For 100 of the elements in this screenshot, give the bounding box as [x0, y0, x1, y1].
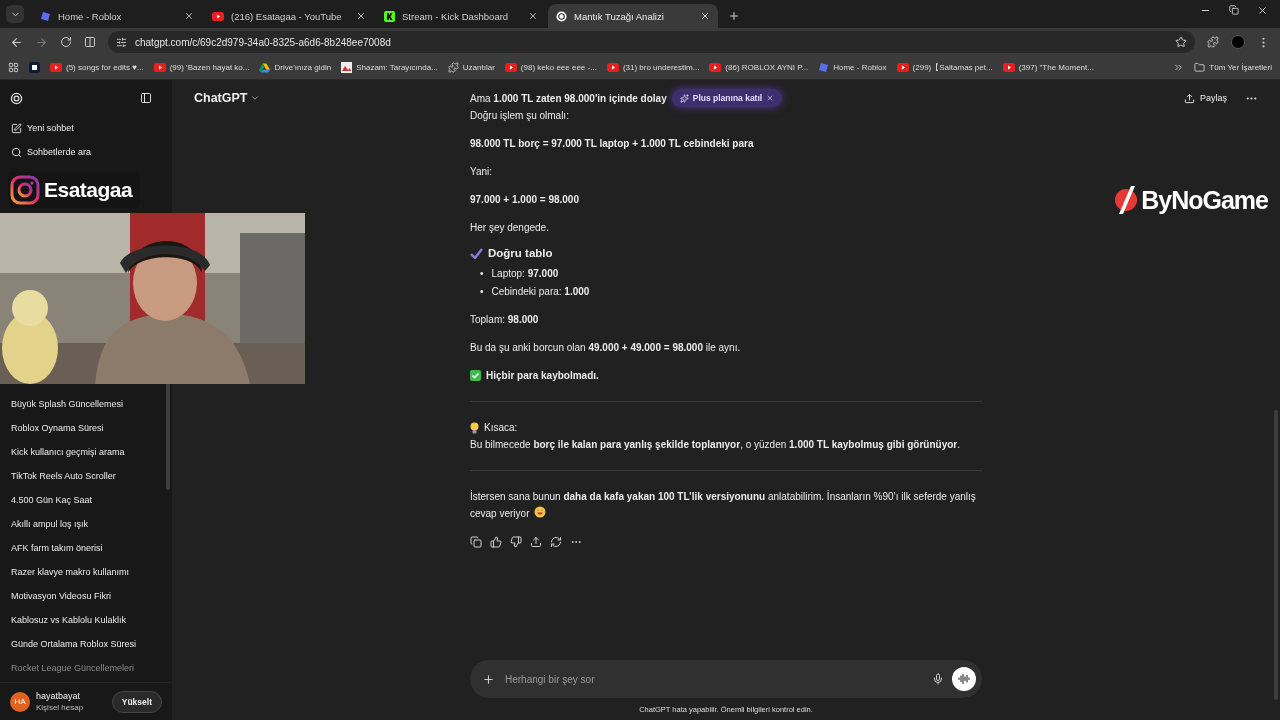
- bookmark[interactable]: (98) keko eee eee -...: [504, 63, 597, 72]
- browser-tab[interactable]: Stream - Kick Dashboard: [376, 4, 546, 28]
- play-icon: [212, 11, 224, 21]
- message-text: Hiçbir para kaybolmadı.: [486, 369, 599, 383]
- bookmark[interactable]: Shazam: Tarayıcında...: [341, 62, 438, 73]
- bookmark[interactable]: (31) bro underestim...: [606, 63, 700, 72]
- bookmark[interactable]: Uzantılar: [447, 62, 495, 73]
- browser-tab[interactable]: Mantık Tuzağı Analizi: [548, 4, 718, 28]
- pencil-square-icon: [11, 122, 22, 134]
- chat-history-item[interactable]: TikTok Reels Auto Scroller: [0, 464, 172, 488]
- camera-logo-icon: [10, 175, 40, 205]
- address-bar[interactable]: chatgpt.com/c/69c2d979-34a0-8325-a6d6-8b248ee7008d: [108, 31, 1195, 53]
- puzzle-icon: [447, 62, 459, 73]
- upload-icon: [1184, 92, 1195, 104]
- list-item: Laptop: 97.000: [491, 267, 559, 281]
- plus-plan-button[interactable]: Plus planına katıl: [671, 89, 783, 107]
- close-icon[interactable]: [356, 11, 366, 21]
- sidebar-action[interactable]: Yeni sohbet: [0, 116, 172, 140]
- regenerate-icon[interactable]: [550, 535, 562, 548]
- forward-icon[interactable]: [35, 35, 48, 49]
- sidebar-action[interactable]: Sohbetlerde ara: [0, 140, 172, 164]
- thumbs-up-icon[interactable]: [490, 535, 502, 548]
- add-icon[interactable]: [482, 672, 495, 686]
- message-text: Ama 1.000 TL zaten 98.000'in içinde dolay: [470, 91, 667, 106]
- thumbs-down-icon[interactable]: [510, 535, 522, 548]
- chat-history-item[interactable]: Razer klavye makro kullanımı: [0, 560, 172, 584]
- bookmark[interactable]: (86) ROBLOX AYNI P...: [709, 63, 809, 72]
- dark-square-icon: [29, 62, 40, 73]
- bookmark[interactable]: (5) songs for edits ♥...: [50, 63, 144, 72]
- reload-icon[interactable]: [60, 36, 72, 48]
- slash-logo-icon: [1113, 184, 1140, 216]
- image-icon: [341, 62, 353, 73]
- browser-tab[interactable]: (216) Esatagaa - YouTube: [204, 4, 374, 28]
- new-tab-icon[interactable]: [728, 10, 740, 22]
- bookmark-folder[interactable]: Tüm Yer İşaretleri: [1194, 62, 1272, 73]
- close-icon[interactable]: [184, 11, 194, 21]
- folder-icon: [1194, 62, 1206, 73]
- sound-wave-icon: [958, 673, 970, 685]
- tab-search-button[interactable]: [6, 5, 24, 23]
- bookmark[interactable]: (99) 'Bazen hayat ko...: [153, 63, 250, 72]
- upgrade-button[interactable]: Yükselt: [111, 690, 162, 713]
- message-text: Kısaca:: [484, 421, 518, 435]
- close-icon[interactable]: [1257, 4, 1268, 16]
- voice-mode-button[interactable]: [952, 667, 976, 691]
- more-bookmarks-icon[interactable]: [1173, 62, 1185, 73]
- user-avatar: HA: [10, 691, 30, 712]
- chat-history-item[interactable]: Büyük Splash Güncellemesi: [0, 392, 172, 416]
- chat-history-item[interactable]: Motivasyon Videosu Fikri: [0, 584, 172, 608]
- letter-k-icon: [384, 10, 395, 22]
- play-icon: [504, 63, 517, 72]
- bookmark[interactable]: Home - Roblox: [818, 62, 887, 73]
- browser-tab[interactable]: Home - Roblox: [32, 4, 202, 28]
- chat-history-item[interactable]: Kick kullanıcı geçmişi arama: [0, 440, 172, 464]
- share-icon[interactable]: [530, 535, 542, 548]
- bullet-marker: •: [480, 267, 484, 281]
- play-icon: [606, 63, 619, 72]
- message-text: Bu bilmecede borç ile kalan para yanlış şekilde toplanıyor, o yüzden 1.000 TL kaybolmuş gibi görünüyor.: [470, 438, 960, 452]
- chat-history-item[interactable]: Rocket League Güncellemeleri: [0, 656, 172, 680]
- chat-history-item[interactable]: AFK farm takım önerisi: [0, 536, 172, 560]
- site-info-icon: [116, 36, 127, 48]
- chat-history-item[interactable]: Kablosuz vs Kablolu Kulaklık: [0, 608, 172, 632]
- play-icon: [1002, 63, 1015, 72]
- chat-history-item[interactable]: Akıllı ampul loş ışık: [0, 512, 172, 536]
- chat-history-item[interactable]: 4.500 Gün Kaç Saat: [0, 488, 172, 512]
- message-text: 98.000 TL borç = 97.000 TL laptop + 1.000 TL cebindeki para: [470, 137, 754, 151]
- message-field[interactable]: Herhangi bir şey sor: [470, 660, 982, 698]
- copy-icon[interactable]: [470, 535, 482, 548]
- bookmark[interactable]: (299)【Saitamas pet...: [896, 62, 993, 73]
- share-button[interactable]: Paylaş: [1178, 91, 1233, 105]
- model-selector[interactable]: ChatGPT: [194, 91, 261, 105]
- close-icon: [766, 94, 775, 102]
- close-icon[interactable]: [528, 11, 538, 21]
- message-input[interactable]: Herhangi bir şey sor: [503, 672, 924, 686]
- chat-history-item[interactable]: Günde Ortalama Roblox Süresi: [0, 632, 172, 656]
- play-icon: [153, 63, 166, 72]
- microphone-icon[interactable]: [932, 673, 944, 685]
- split-view-icon[interactable]: [84, 36, 96, 48]
- knot-icon: [556, 10, 567, 22]
- restore-icon[interactable]: [1229, 4, 1239, 15]
- bookmark[interactable]: Drive'ınıza gidin: [259, 62, 332, 73]
- bookmark-star-icon[interactable]: [1175, 36, 1187, 48]
- profile-avatar[interactable]: [1231, 35, 1245, 49]
- user-name: hayatbayat: [36, 691, 82, 701]
- message-text: Yani:: [470, 165, 493, 179]
- channel-name: Esatagaa: [44, 178, 133, 202]
- chat-history-item[interactable]: Roblox Oynama Süresi: [0, 416, 172, 440]
- check-icon: [470, 248, 483, 259]
- list-item: Cebindeki para: 1.000: [491, 285, 590, 299]
- bookmark[interactable]: (397) "The Moment...: [1002, 63, 1094, 72]
- section-heading: Doğru tablo: [488, 246, 553, 261]
- extensions-icon[interactable]: [1207, 36, 1219, 48]
- sidebar-toggle-icon[interactable]: [140, 92, 152, 104]
- play-icon: [50, 63, 62, 72]
- close-icon[interactable]: [700, 11, 710, 21]
- back-icon[interactable]: [10, 35, 23, 49]
- message-text: Toplam: 98.000: [470, 313, 539, 327]
- play-icon: [709, 63, 722, 72]
- check-mark-icon: [470, 370, 481, 381]
- sponsor-logo-text: ByNoGame: [1141, 185, 1268, 215]
- logo-icon[interactable]: [10, 91, 23, 105]
